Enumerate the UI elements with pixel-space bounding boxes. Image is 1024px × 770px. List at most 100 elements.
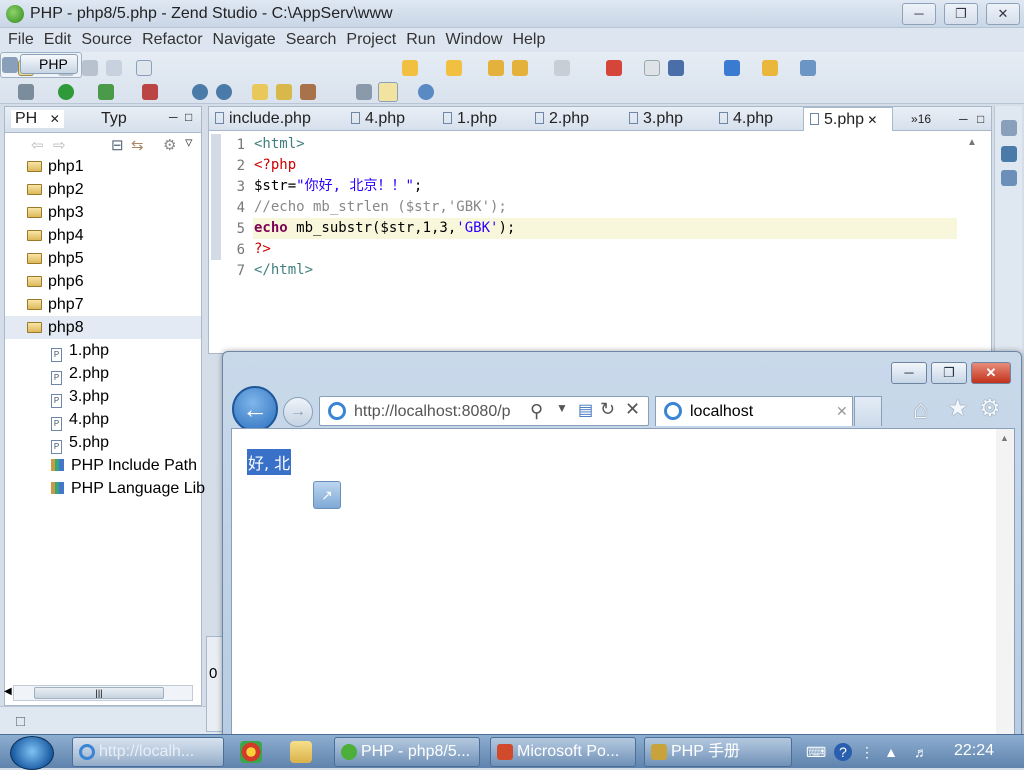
- code-line[interactable]: ?>: [253, 239, 957, 260]
- address-bar[interactable]: http://localhost:8080/p ⚲ ▼ ▤ ↻ ✕: [319, 396, 649, 426]
- home-icon[interactable]: ⌂: [913, 394, 929, 425]
- tree-item[interactable]: php5: [5, 247, 201, 270]
- code-line[interactable]: //echo mb_strlen ($str,'GBK');: [253, 197, 957, 218]
- save-all-icon[interactable]: [82, 60, 98, 76]
- menu-file[interactable]: File: [3, 29, 39, 51]
- new-tab-button[interactable]: [854, 396, 882, 426]
- task-icon[interactable]: [762, 60, 778, 76]
- minimize-editor-icon[interactable]: ─: [953, 107, 968, 131]
- view-menu-icon[interactable]: ▿: [185, 133, 193, 151]
- browser-scroll-up-icon[interactable]: ▲: [1000, 433, 1009, 443]
- editor-tab[interactable]: 3.php: [623, 107, 707, 131]
- maximize-button[interactable]: ❐: [944, 3, 978, 25]
- collapse-all-icon[interactable]: ⊟: [111, 136, 124, 154]
- stop-icon[interactable]: ✕: [625, 399, 640, 420]
- restore-icon[interactable]: [1001, 120, 1017, 136]
- input-settings-icon[interactable]: ⋮: [858, 743, 876, 761]
- code-line[interactable]: <html>: [253, 134, 957, 155]
- globe-icon[interactable]: [192, 84, 208, 100]
- server-icon[interactable]: [668, 60, 684, 76]
- dropdown-icon[interactable]: ▼: [556, 401, 568, 415]
- page-icon[interactable]: [644, 60, 660, 76]
- close-button[interactable]: ✕: [986, 3, 1020, 25]
- minimize-button[interactable]: ─: [902, 3, 936, 25]
- web-icon[interactable]: [418, 84, 434, 100]
- tree-item[interactable]: php3: [5, 201, 201, 224]
- tree-item[interactable]: P 1.php: [5, 339, 201, 362]
- browser-close-button[interactable]: ✕: [971, 362, 1011, 384]
- tab-overflow-button[interactable]: »16: [905, 107, 945, 131]
- scrollbar-thumb[interactable]: |||: [34, 687, 164, 699]
- browser-tab[interactable]: localhost ✕: [655, 396, 853, 426]
- browser-minimize-button[interactable]: ─: [891, 362, 927, 384]
- taskbar-powerpoint-button[interactable]: Microsoft Po...: [490, 737, 636, 767]
- code-area[interactable]: <html> <?php $str="你好, 北京！！"; //echo mb_str…: [253, 131, 957, 353]
- refresh-icon[interactable]: ↻: [600, 399, 615, 420]
- tree-item[interactable]: php6: [5, 270, 201, 293]
- search-icon[interactable]: ⚲: [530, 401, 543, 422]
- tree-item[interactable]: P 2.php: [5, 362, 201, 385]
- run-icon[interactable]: [58, 84, 74, 100]
- close-icon[interactable]: ✕: [50, 112, 60, 126]
- maximize-editor-icon[interactable]: □: [971, 107, 984, 131]
- globe-config-icon[interactable]: [216, 84, 232, 100]
- favorites-icon[interactable]: ★: [947, 394, 969, 423]
- chrome-icon[interactable]: [240, 741, 262, 763]
- tab-close-icon[interactable]: ✕: [836, 403, 848, 420]
- editor-tab[interactable]: 4.php: [345, 107, 429, 131]
- close-tab-icon[interactable]: ✕: [864, 113, 877, 127]
- clock[interactable]: 22:24: [954, 742, 994, 760]
- browser-maximize-button[interactable]: ❐: [931, 362, 967, 384]
- code-line[interactable]: $str="你好, 北京！！";: [253, 176, 957, 197]
- tools-icon[interactable]: [300, 84, 316, 100]
- editor-tab[interactable]: include.php: [209, 107, 335, 131]
- open-project-icon[interactable]: [276, 84, 292, 100]
- taskbar-zend-button[interactable]: PHP - php8/5...: [334, 737, 480, 767]
- editor-tab[interactable]: 4.php: [713, 107, 797, 131]
- tree-item[interactable]: P 5.php: [5, 431, 201, 454]
- menu-window[interactable]: Window: [441, 29, 508, 51]
- back-arrow-icon[interactable]: ⇦: [31, 136, 44, 154]
- code-line[interactable]: <?php: [253, 155, 957, 176]
- maximize-panel-icon[interactable]: □: [185, 110, 192, 124]
- fast-view-icon[interactable]: □: [16, 713, 25, 730]
- code-line[interactable]: echo mb_substr($str,1,3,'GBK');: [253, 218, 957, 239]
- help-icon[interactable]: ?: [834, 743, 852, 761]
- editor-scrollbar[interactable]: ▲: [957, 131, 991, 353]
- show-hidden-icons[interactable]: ▲: [882, 743, 900, 761]
- code-line[interactable]: </html>: [253, 260, 957, 281]
- profile-icon[interactable]: [142, 84, 158, 100]
- editor-tab[interactable]: 5.php ✕: [803, 107, 893, 131]
- taskbar-php-manual-button[interactable]: PHP 手册: [644, 737, 792, 767]
- tab-php-explorer[interactable]: PH ✕: [11, 110, 64, 128]
- run-config-icon[interactable]: [98, 84, 114, 100]
- scroll-up-icon[interactable]: ▲: [967, 137, 977, 148]
- tree-item[interactable]: PHP Include Path: [5, 454, 201, 477]
- keyboard-icon[interactable]: ⌨: [806, 743, 826, 761]
- outline-icon[interactable]: [800, 60, 816, 76]
- menu-source[interactable]: Source: [76, 29, 137, 51]
- horizontal-scrollbar[interactable]: ◀ |||: [4, 685, 193, 701]
- open-folder-icon[interactable]: [252, 84, 268, 100]
- back-icon[interactable]: [512, 60, 528, 76]
- tools-gear-icon[interactable]: ⚙: [979, 394, 1001, 423]
- filter-icon[interactable]: ⚙: [163, 136, 176, 154]
- editor-tab[interactable]: 2.php: [529, 107, 613, 131]
- tree-item[interactable]: php8: [5, 316, 201, 339]
- tree-item[interactable]: P 4.php: [5, 408, 201, 431]
- build-icon[interactable]: [606, 60, 622, 76]
- browser-back-button[interactable]: ←: [232, 386, 278, 432]
- menu-search[interactable]: Search: [281, 29, 342, 51]
- url-text[interactable]: http://localhost:8080/p: [354, 403, 524, 421]
- new-project-icon[interactable]: [136, 60, 152, 76]
- forward-arrow-icon[interactable]: ⇨: [53, 136, 66, 154]
- editor-tab[interactable]: 1.php: [437, 107, 521, 131]
- outline-view-icon[interactable]: [1001, 146, 1017, 162]
- tree-item[interactable]: P 3.php: [5, 385, 201, 408]
- toggle-icon[interactable]: [356, 84, 372, 100]
- expand-icon[interactable]: ↗: [313, 481, 341, 509]
- start-button[interactable]: [10, 736, 54, 770]
- browser-scrollbar[interactable]: ▲: [996, 429, 1014, 736]
- tree-item[interactable]: php4: [5, 224, 201, 247]
- scroll-left-icon[interactable]: ◀: [4, 686, 12, 697]
